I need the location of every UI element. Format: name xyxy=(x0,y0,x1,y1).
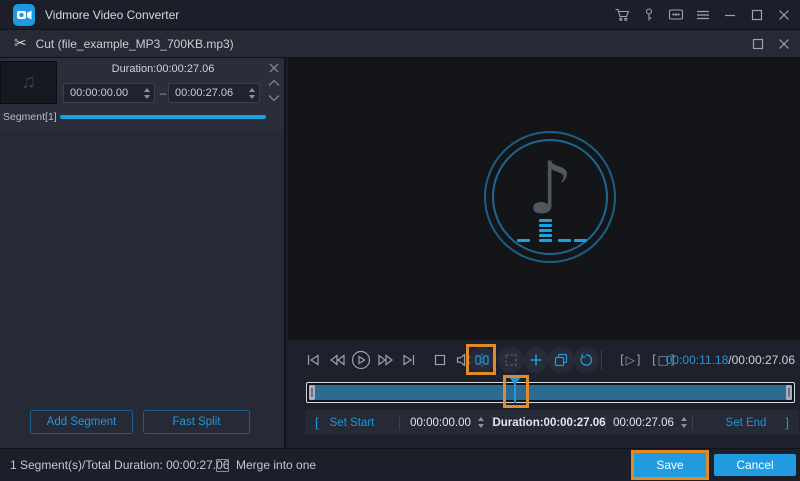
step-up-icon[interactable] xyxy=(144,87,150,92)
save-button[interactable]: Save xyxy=(634,453,706,477)
trim-start-handle[interactable] xyxy=(309,385,315,400)
toolbar-divider xyxy=(601,350,602,370)
step-up-icon[interactable] xyxy=(680,417,687,421)
cut-dialog-title: Cut (file_example_MP3_700KB.mp3) xyxy=(35,36,234,51)
equalizer-bar xyxy=(558,239,571,242)
cut-controls: [▷] [□] 00:00:11.18/00:00:27.06 [ Set St… xyxy=(288,340,800,448)
dialog-close-button[interactable] xyxy=(777,37,791,51)
play-segment-button[interactable]: [▷] xyxy=(620,353,642,367)
segment-end-stepper[interactable] xyxy=(249,87,255,99)
step-up-icon[interactable] xyxy=(477,417,484,421)
feedback-icon[interactable] xyxy=(668,7,684,23)
register-key-icon[interactable] xyxy=(641,7,657,23)
fast-forward-button[interactable] xyxy=(377,351,395,369)
music-note-icon: ♪ xyxy=(527,146,573,230)
equalizer-bar xyxy=(574,239,587,242)
segment-item[interactable]: ♫ Duration:00:00:27.06 – xyxy=(0,58,284,130)
segment-start-stepper[interactable] xyxy=(144,87,150,99)
close-bracket: ] xyxy=(785,415,789,430)
add-segment-button[interactable]: Add Segment xyxy=(30,410,133,434)
total-duration: /00:00:27.06 xyxy=(728,353,795,367)
store-cart-icon[interactable] xyxy=(614,7,630,23)
range-dash: – xyxy=(159,86,167,100)
segment-panel: ♫ Duration:00:00:27.06 – xyxy=(0,58,286,448)
cut-dialog-header: ✂ Cut (file_example_MP3_700KB.mp3) xyxy=(0,30,800,58)
preview-area: ♪ xyxy=(288,58,800,340)
close-button[interactable] xyxy=(776,7,792,23)
minimize-button[interactable] xyxy=(722,7,738,23)
start-time-value[interactable] xyxy=(408,416,473,429)
app-logo-icon xyxy=(13,3,35,26)
annotation-split-highlight xyxy=(466,344,496,375)
reset-button[interactable] xyxy=(573,347,599,373)
trim-end-handle[interactable] xyxy=(786,385,792,400)
segment-end-input[interactable] xyxy=(168,83,260,103)
play-button[interactable] xyxy=(351,350,371,370)
trim-duration-label: Duration:00:00:27.06 xyxy=(492,416,606,429)
app-title: Vidmore Video Converter xyxy=(45,7,180,22)
equalizer-stack xyxy=(539,219,552,242)
step-down-icon[interactable] xyxy=(144,94,150,99)
menu-icon[interactable] xyxy=(695,7,711,23)
segment-end-value[interactable] xyxy=(175,87,249,99)
set-end-cell: Set End ] xyxy=(693,410,799,435)
cancel-button[interactable]: Cancel xyxy=(714,454,796,476)
merge-into-one-checkbox[interactable] xyxy=(216,459,229,472)
end-time-value[interactable] xyxy=(611,416,676,429)
equalizer-bar xyxy=(517,239,530,242)
start-time-cell xyxy=(400,410,492,435)
skip-to-end-button[interactable] xyxy=(400,351,418,369)
time-readout: 00:00:11.18/00:00:27.06 xyxy=(666,353,795,367)
scissors-icon: ✂ xyxy=(14,35,27,52)
end-time-input[interactable] xyxy=(611,416,687,429)
step-down-icon[interactable] xyxy=(680,424,687,428)
annotation-save-highlight: Save xyxy=(631,450,709,480)
delete-segment-icon[interactable] xyxy=(267,62,281,74)
segment-thumbnail[interactable]: ♫ xyxy=(0,61,57,104)
segments-summary: 1 Segment(s)/Total Duration: 00:00:27.06 xyxy=(10,458,230,472)
stop-button[interactable] xyxy=(431,351,449,369)
start-time-stepper[interactable] xyxy=(477,417,484,428)
titlebar: Vidmore Video Converter xyxy=(0,0,800,30)
footer-bar: 1 Segment(s)/Total Duration: 00:00:27.06… xyxy=(0,448,800,481)
segment-start-value[interactable] xyxy=(70,87,144,99)
start-time-input[interactable] xyxy=(408,416,484,429)
segment-index-label: Segment[1] xyxy=(3,111,57,123)
step-down-icon[interactable] xyxy=(477,424,484,428)
maximize-button[interactable] xyxy=(749,7,765,23)
trim-bar: [ Set Start Duration:00:00:27.06 xyxy=(305,410,799,435)
annotation-playhead-highlight xyxy=(503,375,529,408)
fast-split-button[interactable]: Fast Split xyxy=(143,410,250,434)
timeline-track[interactable] xyxy=(306,382,795,403)
vidmore-window: Vidmore Video Converter ✂ Cut (file_exam… xyxy=(0,0,800,481)
open-bracket: [ xyxy=(315,415,319,430)
timeline-selected-range[interactable] xyxy=(315,385,786,400)
step-up-icon[interactable] xyxy=(249,87,255,92)
set-start-button[interactable]: Set Start xyxy=(330,417,375,429)
add-segment-icon-button[interactable] xyxy=(523,347,549,373)
move-segment-down-icon[interactable] xyxy=(267,92,281,104)
set-end-button[interactable]: Set End xyxy=(726,417,767,429)
move-segment-up-icon[interactable] xyxy=(267,77,281,89)
duration-cell: Duration:00:00:27.06 xyxy=(492,410,606,435)
segment-start-input[interactable] xyxy=(63,83,155,103)
segment-duration-label: Duration:00:00:27.06 xyxy=(111,63,215,75)
current-time: 00:00:11.18 xyxy=(665,353,729,367)
skip-to-start-button[interactable] xyxy=(304,351,322,369)
segment-range-bar[interactable] xyxy=(60,115,266,119)
set-start-cell: [ Set Start xyxy=(305,410,399,435)
step-down-icon[interactable] xyxy=(249,94,255,99)
thumbnail-note-icon: ♫ xyxy=(21,71,36,93)
end-time-cell xyxy=(606,410,692,435)
end-time-stepper[interactable] xyxy=(680,417,687,428)
apply-to-all-button[interactable] xyxy=(498,347,524,373)
merge-into-one-label: Merge into one xyxy=(236,458,317,472)
dialog-maximize-button[interactable] xyxy=(751,37,765,51)
rewind-button[interactable] xyxy=(328,351,346,369)
copy-segment-button[interactable] xyxy=(548,347,574,373)
